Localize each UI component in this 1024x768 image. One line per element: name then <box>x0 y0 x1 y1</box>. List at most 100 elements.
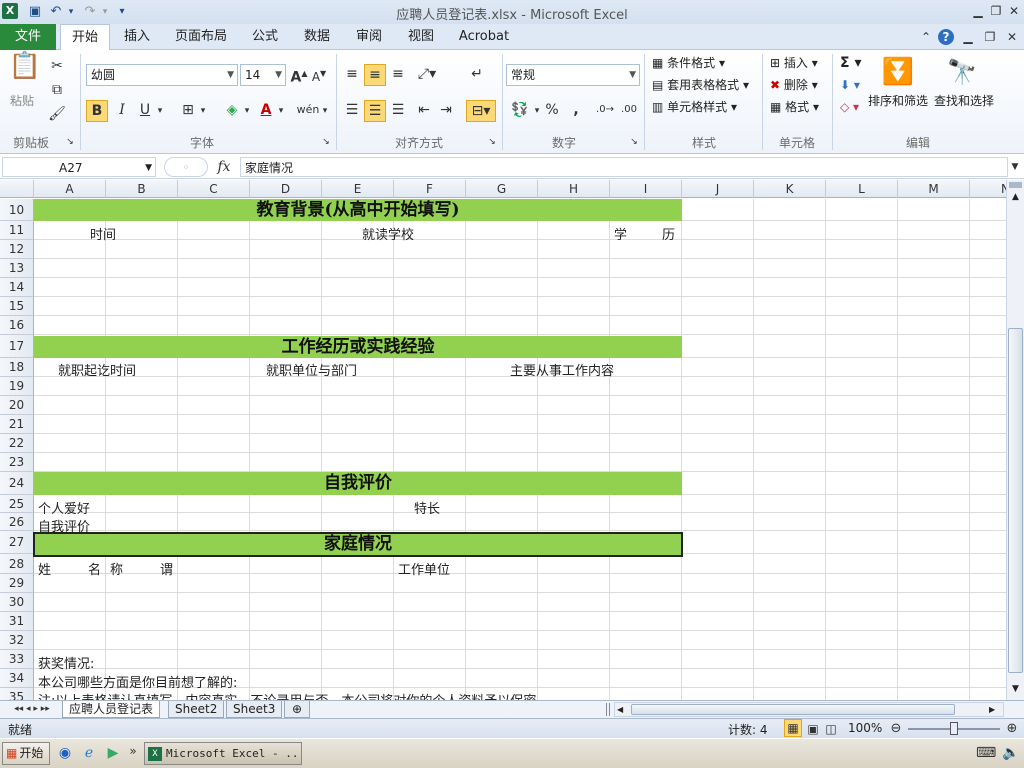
sort-filter-icon[interactable]: ⏬ <box>880 54 916 90</box>
row-header-26[interactable]: 26 <box>0 513 34 531</box>
column-header-n[interactable]: N <box>970 180 1006 198</box>
merge-center-icon[interactable]: ⊟▾ <box>466 100 496 122</box>
tab-page-layout[interactable]: 页面布局 <box>170 24 232 50</box>
column-header-b[interactable]: B <box>106 180 178 198</box>
paste-icon[interactable]: 📋 <box>8 53 42 90</box>
cell-styles-button[interactable]: ▥ 单元格样式 ▾ <box>652 98 737 116</box>
normal-view-icon[interactable]: ▦ <box>784 719 802 737</box>
bold-button[interactable]: B <box>86 100 108 122</box>
media-player-icon[interactable]: ▶ <box>104 743 122 763</box>
formula-bar-expand-icon[interactable]: ▼ <box>1008 157 1022 177</box>
vertical-scroll-thumb[interactable] <box>1008 328 1023 673</box>
zoom-slider-thumb[interactable] <box>950 722 958 735</box>
cut-icon[interactable]: ✂ <box>48 56 66 76</box>
tab-data[interactable]: 数据 <box>296 24 338 50</box>
zoom-out-icon[interactable]: ⊖ <box>888 719 904 739</box>
row-header-17[interactable]: 17 <box>0 335 34 358</box>
column-header-e[interactable]: E <box>322 180 394 198</box>
tab-acrobat[interactable]: Acrobat <box>454 24 514 50</box>
row-header-30[interactable]: 30 <box>0 593 34 612</box>
keyboard-icon[interactable]: ⌨ <box>976 743 996 763</box>
awards-cell[interactable]: 获奖情况: <box>38 653 94 672</box>
grow-font-icon[interactable]: A▲ <box>290 64 308 88</box>
page-layout-view-icon[interactable]: ▣ <box>804 719 822 739</box>
row-header-25[interactable]: 25 <box>0 495 34 513</box>
tab-insert[interactable]: 插入 <box>114 24 160 50</box>
tab-review[interactable]: 审阅 <box>348 24 390 50</box>
specialty-cell[interactable]: 特长 <box>414 498 440 517</box>
insert-function-button[interactable]: fx <box>212 157 236 177</box>
column-header-i[interactable]: I <box>610 180 682 198</box>
scroll-down-icon[interactable]: ▼ <box>1008 682 1023 697</box>
find-select-button[interactable]: 查找和选择 <box>934 92 994 110</box>
format-cells-button[interactable]: ▦ 格式 ▾ <box>770 98 819 116</box>
format-as-table-button[interactable]: ▤ 套用表格格式 ▾ <box>652 76 749 94</box>
self-title-cell[interactable]: 自我评价 <box>34 472 682 495</box>
doc-restore-icon[interactable]: ❐ <box>982 29 998 45</box>
name-box-dropdown-icon[interactable]: ▼ <box>145 158 152 178</box>
row-header-34[interactable]: 34 <box>0 669 34 688</box>
column-header-l[interactable]: L <box>826 180 898 198</box>
delete-cells-button[interactable]: ✖ 删除 ▾ <box>770 76 818 94</box>
conditional-format-button[interactable]: ▦ 条件格式 ▾ <box>652 54 725 72</box>
row-header-21[interactable]: 21 <box>0 415 34 434</box>
edu-title-cell[interactable]: 教育背景(从高中开始填写) <box>34 199 682 221</box>
format-painter-icon[interactable]: 🖌 <box>48 104 66 124</box>
column-header-c[interactable]: C <box>178 180 250 198</box>
vertical-scrollbar[interactable]: ▲ ▼ <box>1006 180 1024 700</box>
name-cell-1[interactable]: 姓 <box>38 559 51 578</box>
column-header-h[interactable]: H <box>538 180 610 198</box>
percent-style-button[interactable]: % <box>542 100 562 120</box>
fill-color-icon[interactable]: ◈ <box>222 100 242 120</box>
increase-indent-icon[interactable]: ⇥ <box>436 100 456 120</box>
ie-icon[interactable]: ℯ <box>80 743 98 763</box>
help-icon[interactable]: ? <box>938 29 954 45</box>
page-break-view-icon[interactable]: ◫ <box>822 719 840 739</box>
wrap-text-icon[interactable]: ↵ <box>466 64 488 84</box>
sheet-tab-3[interactable]: Sheet3 <box>226 701 283 718</box>
work-time-cell[interactable]: 就职起讫时间 <box>58 360 136 379</box>
tab-formulas[interactable]: 公式 <box>244 24 286 50</box>
decrease-indent-icon[interactable]: ⇤ <box>414 100 434 120</box>
title-cell-2[interactable]: 谓 <box>160 559 173 578</box>
column-header-d[interactable]: D <box>250 180 322 198</box>
increase-decimal-icon[interactable]: .0→ <box>594 100 616 120</box>
column-header-a[interactable]: A <box>34 180 106 198</box>
font-color-dropdown-icon[interactable]: ▾ <box>276 101 286 121</box>
row-header-19[interactable]: 19 <box>0 377 34 396</box>
align-bottom-icon[interactable]: ≡ <box>388 64 408 84</box>
number-launcher-icon[interactable]: ↘ <box>628 136 640 148</box>
horizontal-scrollbar[interactable]: ◀ ▶ <box>614 702 1004 717</box>
row-header-14[interactable]: 14 <box>0 278 34 297</box>
clipboard-launcher-icon[interactable]: ↘ <box>64 136 76 148</box>
phonetic-dropdown-icon[interactable]: ▾ <box>320 101 330 121</box>
font-launcher-icon[interactable]: ↘ <box>320 136 332 148</box>
row-header-15[interactable]: 15 <box>0 297 34 316</box>
phonetic-guide-icon[interactable]: wén <box>296 100 320 120</box>
row-header-16[interactable]: 16 <box>0 316 34 335</box>
borders-dropdown-icon[interactable]: ▾ <box>198 101 208 121</box>
tab-file[interactable]: 文件 <box>0 24 56 50</box>
show-desktop-icon[interactable]: ◉ <box>56 743 74 763</box>
find-select-icon[interactable]: 🔭 <box>944 54 980 90</box>
column-header-j[interactable]: J <box>682 180 754 198</box>
sheet-tab-2[interactable]: Sheet2 <box>168 701 225 718</box>
hobby-cell[interactable]: 个人爱好 <box>38 498 90 517</box>
formula-expand-icon[interactable]: ◦ <box>164 157 208 177</box>
shrink-font-icon[interactable]: A▼ <box>310 64 328 87</box>
insert-sheet-icon[interactable]: ⊕ <box>284 701 310 718</box>
font-name-dropdown-icon[interactable]: ▼ <box>227 65 234 85</box>
note-cell[interactable]: 注:以上表格请认真填写，内容真实，不论录用与否，本公司将对你的个人资料予以保密 <box>38 690 536 700</box>
font-color-icon[interactable]: A <box>256 100 276 120</box>
scroll-up-icon[interactable]: ▲ <box>1008 190 1023 205</box>
row-header-33[interactable]: 33 <box>0 650 34 669</box>
row-header-27[interactable]: 27 <box>0 531 34 554</box>
accounting-format-icon[interactable]: 💱 <box>508 100 532 120</box>
row-header-11[interactable]: 11 <box>0 221 34 240</box>
underline-dropdown-icon[interactable]: ▾ <box>155 101 165 121</box>
row-header-20[interactable]: 20 <box>0 396 34 415</box>
taskbar-excel-button[interactable]: X Microsoft Excel - ... <box>144 742 302 765</box>
paste-button[interactable]: 粘贴 <box>10 92 34 110</box>
employer-cell[interactable]: 工作单位 <box>398 559 450 578</box>
work-title-cell[interactable]: 工作经历或实践经验 <box>34 336 682 358</box>
